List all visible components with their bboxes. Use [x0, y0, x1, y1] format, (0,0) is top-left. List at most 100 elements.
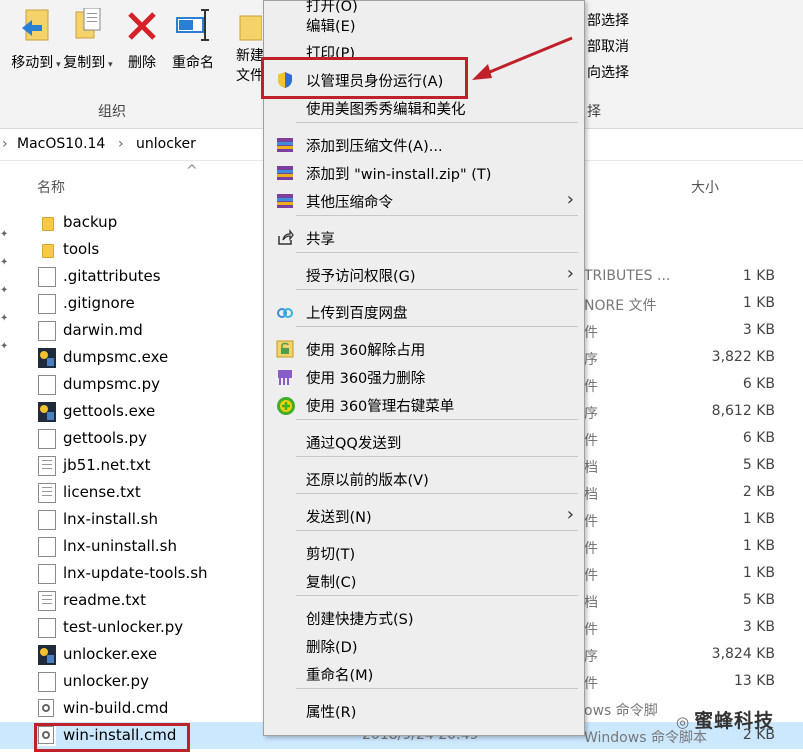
- menu-separator: [296, 456, 578, 457]
- column-header-size[interactable]: 大小: [691, 177, 719, 197]
- breadcrumb-separator: ›: [118, 136, 124, 152]
- menu-item[interactable]: 使用 360强力删除: [264, 363, 584, 391]
- menu-item-label: 上传到百度网盘: [306, 306, 408, 322]
- copy-to-button[interactable]: 复制到 ▾: [60, 0, 116, 78]
- move-to-button[interactable]: 移动到 ▾: [8, 0, 64, 78]
- file-type: 件: [584, 433, 598, 449]
- file-size: 5 KB: [742, 457, 775, 473]
- menu-item-label: 使用 360管理右键菜单: [306, 399, 455, 415]
- 360-shred-icon: [276, 368, 294, 386]
- file-size: 1 KB: [742, 295, 775, 311]
- menu-item-label: 通过QQ发送到: [306, 436, 402, 452]
- file-name: jb51.net.txt: [63, 456, 151, 474]
- breadcrumb-item[interactable]: MacOS10.14: [17, 136, 105, 152]
- highlight-box-run-as-admin: [261, 57, 468, 99]
- menu-separator: [296, 122, 578, 123]
- file-name: darwin.md: [63, 321, 143, 339]
- menu-separator: [296, 595, 578, 596]
- baidu-cloud-icon: [276, 303, 294, 321]
- file-name: tools: [63, 240, 100, 258]
- file-name: gettools.py: [63, 429, 148, 447]
- menu-item[interactable]: 剪切(T): [264, 539, 584, 567]
- file-type: ows 命令脚: [584, 703, 658, 719]
- group-label-select: 择: [587, 104, 601, 120]
- menu-item-label: 编辑(E): [306, 19, 356, 35]
- menu-separator: [296, 252, 578, 253]
- menu-separator: [296, 326, 578, 327]
- menu-item[interactable]: 删除(D): [264, 632, 584, 660]
- menu-item[interactable]: 创建快捷方式(S): [264, 604, 584, 632]
- rename-button[interactable]: 重命名: [168, 0, 218, 78]
- file-name: dumpsmc.exe: [63, 348, 169, 366]
- menu-item[interactable]: 复制(C): [264, 567, 584, 595]
- file-size: 2 KB: [742, 484, 775, 500]
- file-name: license.txt: [63, 483, 141, 501]
- file-name: .gitignore: [63, 294, 135, 312]
- breadcrumb-separator: ›: [2, 136, 8, 152]
- file-icon: [38, 672, 56, 692]
- menu-item[interactable]: 上传到百度网盘: [264, 298, 584, 326]
- file-size: 13 KB: [733, 673, 775, 689]
- menu-item[interactable]: 发送到(N) ›: [264, 502, 584, 530]
- file-icon: [38, 321, 56, 341]
- rename-icon: [175, 8, 211, 52]
- annotation-arrow-icon: [472, 36, 573, 80]
- file-name: dumpsmc.py: [63, 375, 161, 393]
- menu-separator: [296, 688, 578, 689]
- menu-item-label: 添加到压缩文件(A)...: [306, 139, 443, 155]
- file-name: win-build.cmd: [63, 699, 169, 717]
- file-type: 档: [584, 460, 598, 476]
- menu-item[interactable]: 还原以前的版本(V): [264, 465, 584, 493]
- menu-item[interactable]: 属性(R): [264, 697, 584, 725]
- breadcrumb-item[interactable]: unlocker: [136, 136, 196, 152]
- menu-item[interactable]: 添加到 "win-install.zip" (T): [264, 159, 584, 187]
- file-name: .gitattributes: [63, 267, 161, 285]
- file-size: 3,822 KB: [711, 349, 775, 365]
- 360-unlock-icon: [276, 340, 294, 358]
- chevron-right-icon: ›: [566, 504, 574, 525]
- menu-item[interactable]: 添加到压缩文件(A)...: [264, 131, 584, 159]
- menu-item-label: 添加到 "win-install.zip" (T): [306, 167, 492, 183]
- menu-item-label: 还原以前的版本(V): [306, 473, 429, 489]
- file-name: test-unlocker.py: [63, 618, 184, 636]
- sort-ascending-icon: ^: [186, 163, 198, 179]
- menu-item[interactable]: 使用 360解除占用: [264, 335, 584, 363]
- text-file-icon: [38, 456, 56, 476]
- copy-to-icon: [72, 7, 104, 52]
- menu-separator: [296, 419, 578, 420]
- file-icon: [38, 564, 56, 584]
- menu-item-label: 属性(R): [306, 705, 357, 721]
- exe-file-icon: [38, 348, 56, 368]
- menu-item-label: 创建快捷方式(S): [306, 612, 414, 628]
- menu-item[interactable]: 使用 360管理右键菜单: [264, 391, 584, 419]
- file-size: 6 KB: [742, 376, 775, 392]
- select-none-item[interactable]: 部取消: [587, 36, 629, 56]
- menu-item-label: 重命名(M): [306, 668, 374, 684]
- file-name: backup: [63, 213, 118, 231]
- file-name: gettools.exe: [63, 402, 156, 420]
- menu-separator: [296, 215, 578, 216]
- menu-item[interactable]: 通过QQ发送到: [264, 428, 584, 456]
- folder-icon: [42, 244, 54, 258]
- file-type: 档: [584, 487, 598, 503]
- file-size: 1 KB: [742, 565, 775, 581]
- menu-item-label: 发送到(N): [306, 510, 372, 526]
- winrar-icon: [276, 136, 294, 154]
- file-size: 6 KB: [742, 430, 775, 446]
- menu-item-label: 其他压缩命令: [306, 195, 393, 211]
- menu-item[interactable]: 其他压缩命令 ›: [264, 187, 584, 215]
- text-file-icon: [38, 591, 56, 611]
- file-size: 1 KB: [742, 268, 775, 284]
- invert-selection-item[interactable]: 向选择: [587, 62, 629, 82]
- select-all-item[interactable]: 部选择: [587, 10, 629, 30]
- menu-item[interactable]: 重命名(M): [264, 660, 584, 688]
- menu-item-label: 删除(D): [306, 640, 358, 656]
- file-name: unlocker.py: [63, 672, 149, 690]
- menu-item-label: 使用美图秀秀编辑和美化: [306, 102, 466, 118]
- menu-item[interactable]: 共享: [264, 224, 584, 252]
- menu-item[interactable]: 授予访问权限(G) ›: [264, 261, 584, 289]
- new-folder-button[interactable]: 新建 文件: [230, 0, 264, 84]
- delete-button[interactable]: 删除: [120, 0, 164, 78]
- column-header-name[interactable]: 名称: [37, 177, 65, 197]
- file-type: 序: [584, 649, 598, 665]
